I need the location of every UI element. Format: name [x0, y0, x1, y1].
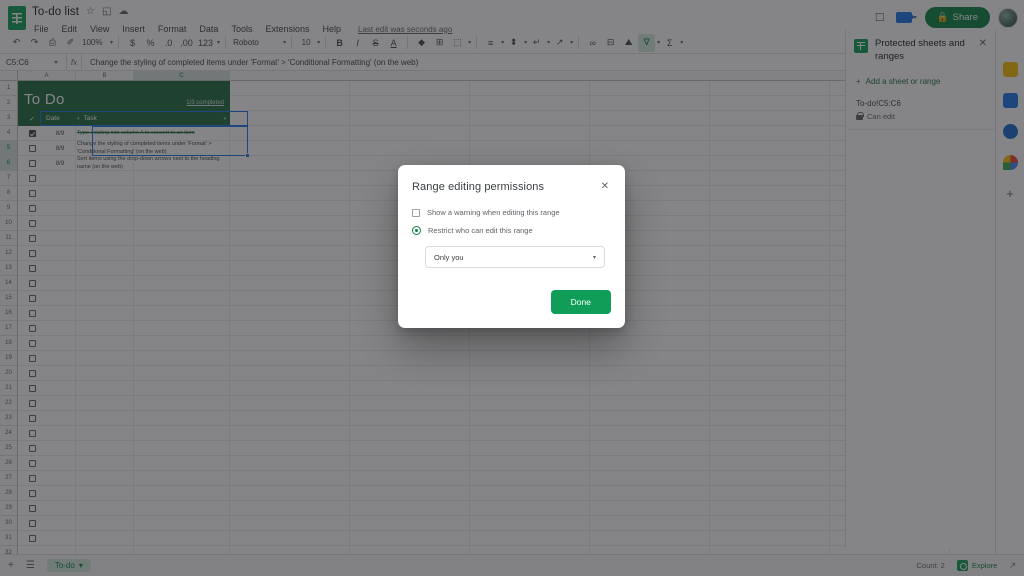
show-warning-label: Show a warning when editing this range	[427, 208, 560, 217]
dialog-title: Range editing permissions	[412, 181, 545, 193]
done-button[interactable]: Done	[550, 290, 611, 314]
warning-option-row[interactable]: Show a warning when editing this range	[412, 208, 611, 217]
range-editing-permissions-dialog: Range editing permissions ✕ Show a warni…	[398, 165, 625, 328]
permission-dropdown[interactable]: Only you ▾	[425, 246, 605, 268]
dialog-footer: Done	[412, 290, 611, 314]
show-warning-checkbox[interactable]	[412, 208, 420, 217]
chevron-down-icon: ▾	[592, 254, 596, 261]
restrict-option-row[interactable]: Restrict who can edit this range	[412, 226, 611, 235]
close-icon[interactable]: ✕	[599, 181, 611, 193]
permission-dropdown-value: Only you	[434, 252, 464, 262]
restrict-label: Restrict who can edit this range	[428, 226, 533, 235]
restrict-radio-button[interactable]	[412, 226, 421, 235]
sheets-app-window: To-do list ☆ ◱ ☁ File Edit View Insert F…	[0, 0, 1024, 576]
dialog-header: Range editing permissions ✕	[412, 181, 611, 193]
